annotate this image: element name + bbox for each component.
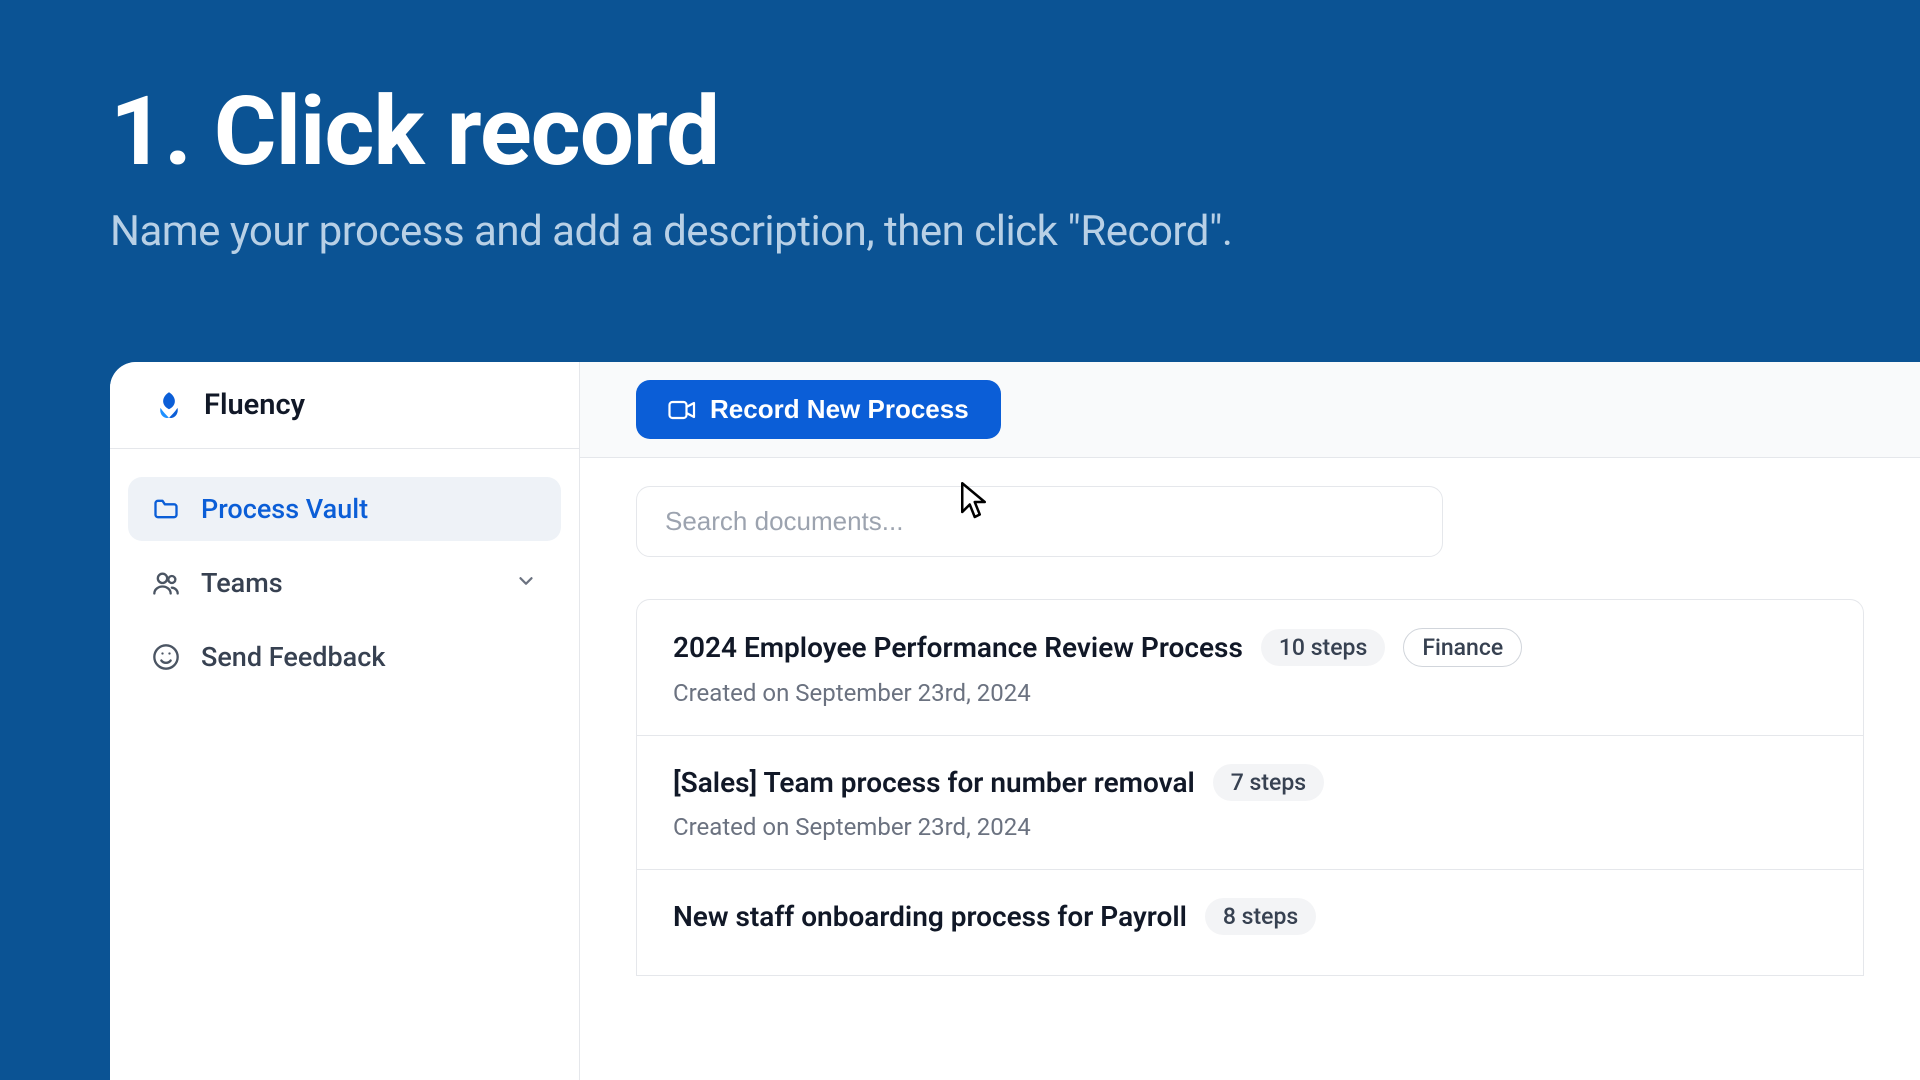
sidebar-item-send-feedback[interactable]: Send Feedback (128, 625, 561, 689)
record-button-label: Record New Process (710, 394, 969, 425)
sidebar-item-teams[interactable]: Teams (128, 551, 561, 615)
sidebar-item-process-vault[interactable]: Process Vault (128, 477, 561, 541)
main-content: Record New Process 2024 Employee Perform… (580, 362, 1920, 1080)
document-title: New staff onboarding process for Payroll (673, 900, 1187, 933)
sidebar-item-label: Teams (201, 567, 494, 599)
tag-badge: Finance (1403, 628, 1522, 667)
document-row-header: New staff onboarding process for Payroll… (673, 898, 1827, 935)
document-title: [Sales] Team process for number removal (673, 766, 1195, 799)
app-window: Fluency Process Vault (110, 362, 1920, 1080)
slide-title: 1. Click record (110, 82, 1810, 183)
steps-badge: 7 steps (1213, 764, 1324, 801)
steps-badge: 10 steps (1261, 629, 1385, 666)
sidebar-item-label: Process Vault (201, 493, 537, 525)
document-meta: Created on September 23rd, 2024 (673, 679, 1827, 707)
brand-name: Fluency (204, 388, 305, 422)
brand-logo-icon (152, 388, 186, 422)
document-list-item[interactable]: [Sales] Team process for number removal … (637, 736, 1863, 870)
document-list-item[interactable]: New staff onboarding process for Payroll… (637, 870, 1863, 975)
sidebar-nav: Process Vault Teams (110, 449, 579, 699)
document-list-item[interactable]: 2024 Employee Performance Review Process… (637, 600, 1863, 736)
document-row-header: 2024 Employee Performance Review Process… (673, 628, 1827, 667)
content-area: 2024 Employee Performance Review Process… (580, 458, 1920, 976)
steps-badge: 8 steps (1205, 898, 1316, 935)
chevron-down-icon (515, 567, 537, 599)
record-new-process-button[interactable]: Record New Process (636, 380, 1001, 439)
document-title: 2024 Employee Performance Review Process (673, 631, 1243, 664)
folder-icon (152, 495, 180, 523)
toolbar: Record New Process (580, 362, 1920, 458)
document-meta: Created on September 23rd, 2024 (673, 813, 1827, 841)
document-list: 2024 Employee Performance Review Process… (636, 599, 1864, 976)
video-icon (668, 399, 696, 421)
users-icon (152, 569, 180, 597)
sidebar: Fluency Process Vault (110, 362, 580, 1080)
sidebar-item-label: Send Feedback (201, 641, 537, 673)
brand: Fluency (110, 362, 579, 449)
slide-header: 1. Click record Name your process and ad… (0, 0, 1920, 296)
document-row-header: [Sales] Team process for number removal … (673, 764, 1827, 801)
slide-subtitle: Name your process and add a description,… (110, 207, 1810, 256)
smile-icon (152, 643, 180, 671)
search-input[interactable] (636, 486, 1443, 557)
